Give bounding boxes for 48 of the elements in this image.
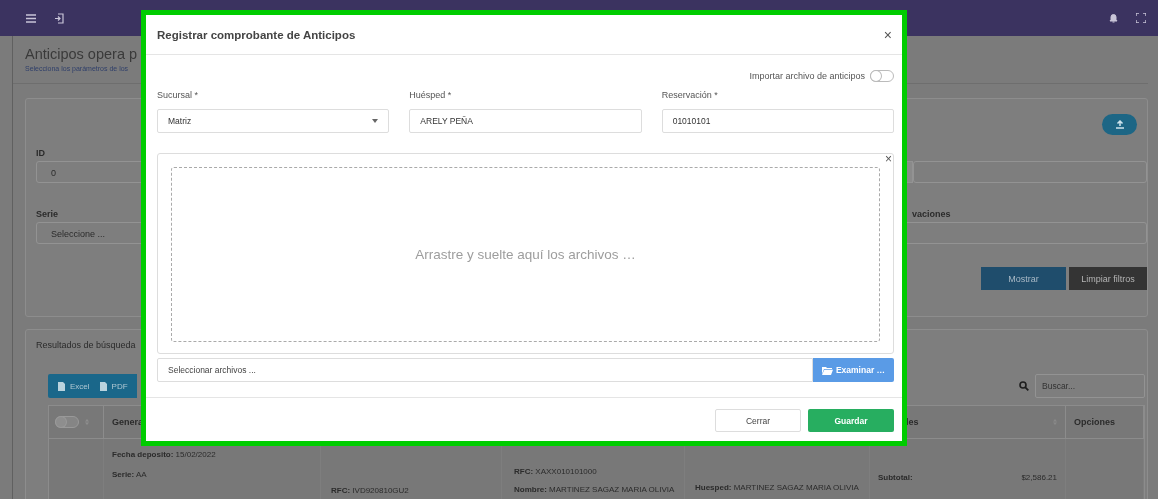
dialog-title: Registrar comprobante de Anticipos (157, 28, 356, 41)
table-cell: RFC: XAXX010101000 (514, 466, 597, 478)
search-icon (1019, 381, 1029, 391)
table-cell: Subtotal: (878, 472, 913, 484)
filter-button[interactable]: Mostrar (981, 267, 1066, 290)
export-button[interactable]: PDF (89, 374, 128, 398)
export-button[interactable]: Excel (48, 374, 90, 398)
table-cell: RFC: IVD920810GU2 (331, 485, 409, 497)
toggle-label: Importar archivo de anticipos (749, 71, 865, 81)
field-label: Serie (36, 208, 60, 221)
table-cell: Nombre: MARTINEZ SAGAZ MARIA OLIVIA (514, 484, 675, 496)
page-title: Anticipos opera p (25, 45, 139, 64)
upload-icon (1114, 120, 1125, 129)
upload-button[interactable] (1102, 114, 1137, 135)
file-icon (99, 381, 107, 391)
table-cell: Fecha deposito: 15/02/2022 (112, 449, 216, 461)
column-header: Opciones (1074, 417, 1115, 427)
table-cell: Huesped: MARTINEZ SAGAZ MARIA OLIVIA (695, 482, 859, 494)
close-button[interactable]: × (885, 154, 892, 165)
results-title: Resultados de búsqueda (36, 340, 137, 352)
input-field[interactable]: ARELY PEÑA (409, 109, 642, 133)
table-cell: Serie: AA (112, 469, 147, 481)
field-label: vaciones (911, 208, 952, 221)
logout-icon[interactable] (54, 12, 64, 24)
menu-icon[interactable] (26, 13, 36, 23)
close-button[interactable]: × (881, 26, 894, 43)
filter-button[interactable]: Limpiar filtros (1069, 267, 1147, 290)
field-label: ID (36, 147, 46, 160)
toggle-switch[interactable] (55, 416, 79, 428)
input-field[interactable]: 01010101 (661, 109, 894, 133)
toggle-switch[interactable] (870, 70, 894, 82)
field-label: Huésped * (409, 90, 453, 102)
dialog-button[interactable]: Cerrar (715, 409, 801, 432)
fullscreen-icon[interactable] (1136, 13, 1146, 23)
search-field[interactable]: Buscar... (1035, 374, 1145, 398)
drop-hint: Arrastre y suelte aquí los archivos … (415, 247, 636, 262)
input-field[interactable] (913, 161, 1147, 183)
table-cell: $2,586.21 (1021, 472, 1057, 484)
caret-icon (372, 119, 379, 123)
field-label: Reservación * (661, 90, 719, 102)
bell-icon[interactable] (1109, 13, 1118, 23)
file-field[interactable]: Seleccionar archivos ... (157, 358, 813, 382)
column-header: les (906, 417, 919, 427)
input-field[interactable] (904, 222, 1147, 244)
select-field[interactable]: Matriz (157, 109, 390, 133)
folder-icon (821, 365, 833, 375)
field-label: Sucursal * (157, 90, 200, 102)
file-icon (58, 381, 65, 391)
